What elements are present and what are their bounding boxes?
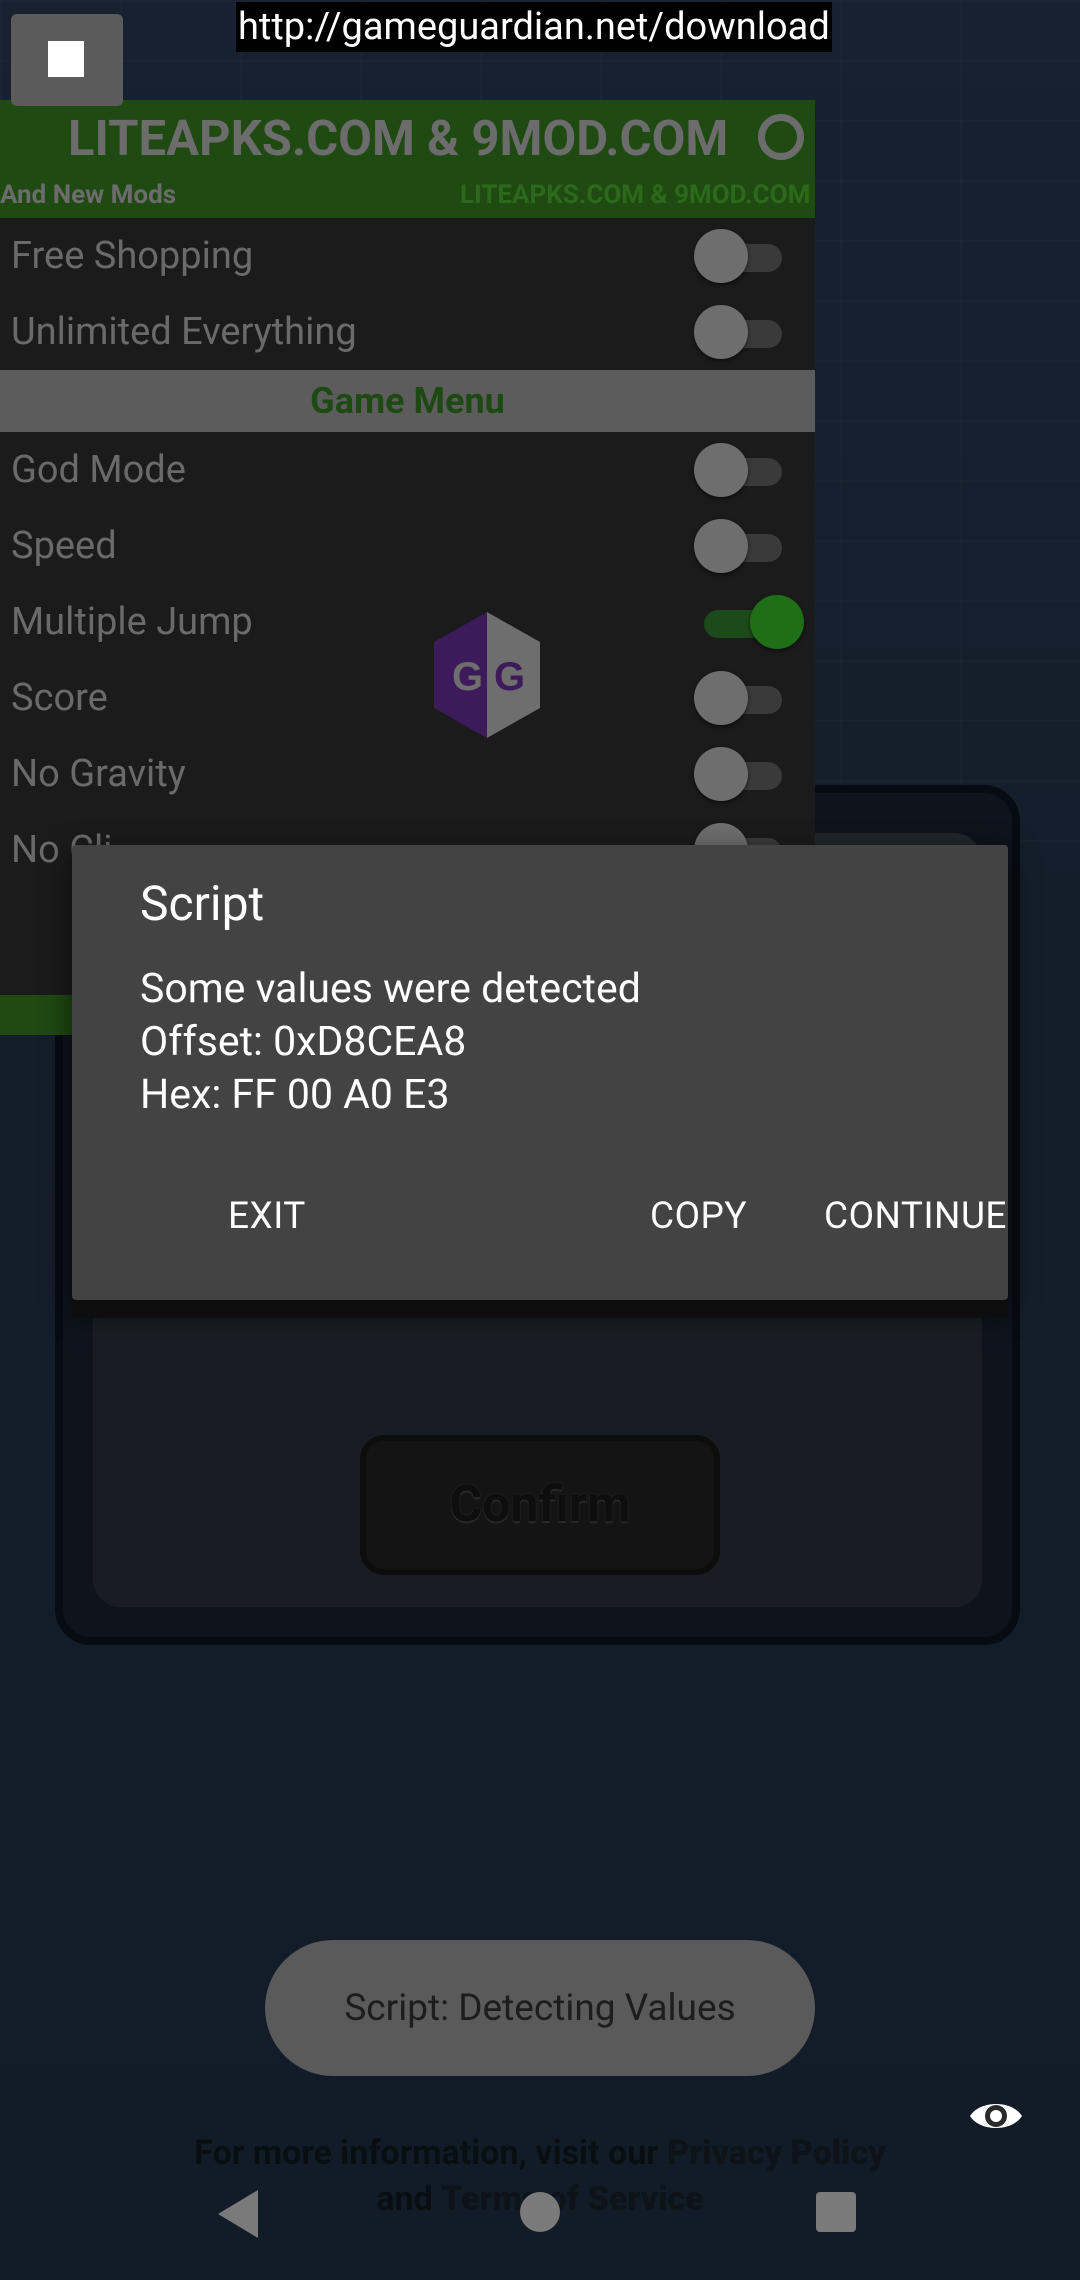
dialog-message: Some values were detected Offset: 0xD8CE… — [140, 963, 641, 1122]
mod-item-score[interactable]: Score — [0, 660, 815, 736]
toggle-switch[interactable] — [694, 519, 784, 573]
gear-icon[interactable] — [758, 114, 804, 160]
stop-icon — [48, 41, 84, 77]
mod-item-label: God Mode — [11, 448, 186, 492]
mod-menu-marquee: LITEAPKS.COM & 9MOD.COM — [460, 180, 811, 210]
exit-button[interactable]: EXIT — [210, 1185, 324, 1248]
svg-text:G: G — [452, 655, 483, 699]
mod-item-multiple-jump[interactable]: Multiple Jump — [0, 584, 815, 660]
toast-message: Script: Detecting Values — [265, 1940, 815, 2076]
mod-item-free-shopping[interactable]: Free Shopping — [0, 218, 815, 294]
mod-item-speed[interactable]: Speed — [0, 508, 815, 584]
mod-item-label: Free Shopping — [11, 234, 254, 278]
mod-menu-subtitle: And New Mods — [0, 180, 177, 210]
mod-item-label: Speed — [11, 524, 117, 568]
mod-item-label: No Gravity — [11, 752, 186, 796]
nav-home-button[interactable] — [520, 2192, 560, 2232]
dialog-line-offset: Offset: 0xD8CEA8 — [140, 1018, 467, 1066]
toggle-switch[interactable] — [694, 595, 804, 649]
toggle-switch[interactable] — [694, 305, 784, 359]
mod-item-god-mode[interactable]: God Mode — [0, 432, 815, 508]
game-menu-section-header: Game Menu — [0, 370, 815, 432]
mod-item-label: Score — [11, 676, 108, 720]
mod-menu-title: LITEAPKS.COM & 9MOD.COM — [68, 110, 729, 167]
toggle-switch[interactable] — [694, 229, 784, 283]
toggle-switch[interactable] — [694, 671, 784, 725]
toggle-switch[interactable] — [694, 747, 784, 801]
nav-recents-button[interactable] — [816, 2192, 856, 2232]
copy-button[interactable]: COPY — [632, 1185, 765, 1248]
dialog-shadow — [72, 1300, 1008, 1318]
mod-item-label: Multiple Jump — [11, 600, 253, 644]
mod-item-unlimited-everything[interactable]: Unlimited Everything — [0, 294, 815, 370]
dialog-line-detected: Some values were detected — [140, 965, 641, 1013]
nav-back-button[interactable] — [218, 2190, 258, 2238]
stop-button[interactable] — [11, 14, 123, 106]
download-url-banner: http://gameguardian.net/download — [236, 2, 832, 52]
eye-icon[interactable] — [968, 2094, 1024, 2138]
dialog-line-hex: Hex: FF 00 A0 E3 — [140, 1071, 450, 1119]
dialog-title: Script — [140, 875, 265, 932]
toggle-switch[interactable] — [694, 443, 784, 497]
mod-item-label: Unlimited Everything — [11, 310, 357, 354]
gameguardian-logo-icon[interactable]: G G — [432, 610, 542, 740]
mod-menu-header: LITEAPKS.COM & 9MOD.COM And New Mods LIT… — [0, 100, 815, 218]
continue-button[interactable]: CONTINUE — [806, 1185, 1025, 1248]
svg-text:G: G — [494, 655, 525, 699]
mod-item-no-gravity[interactable]: No Gravity — [0, 736, 815, 812]
script-dialog: Script Some values were detected Offset:… — [72, 845, 1008, 1300]
